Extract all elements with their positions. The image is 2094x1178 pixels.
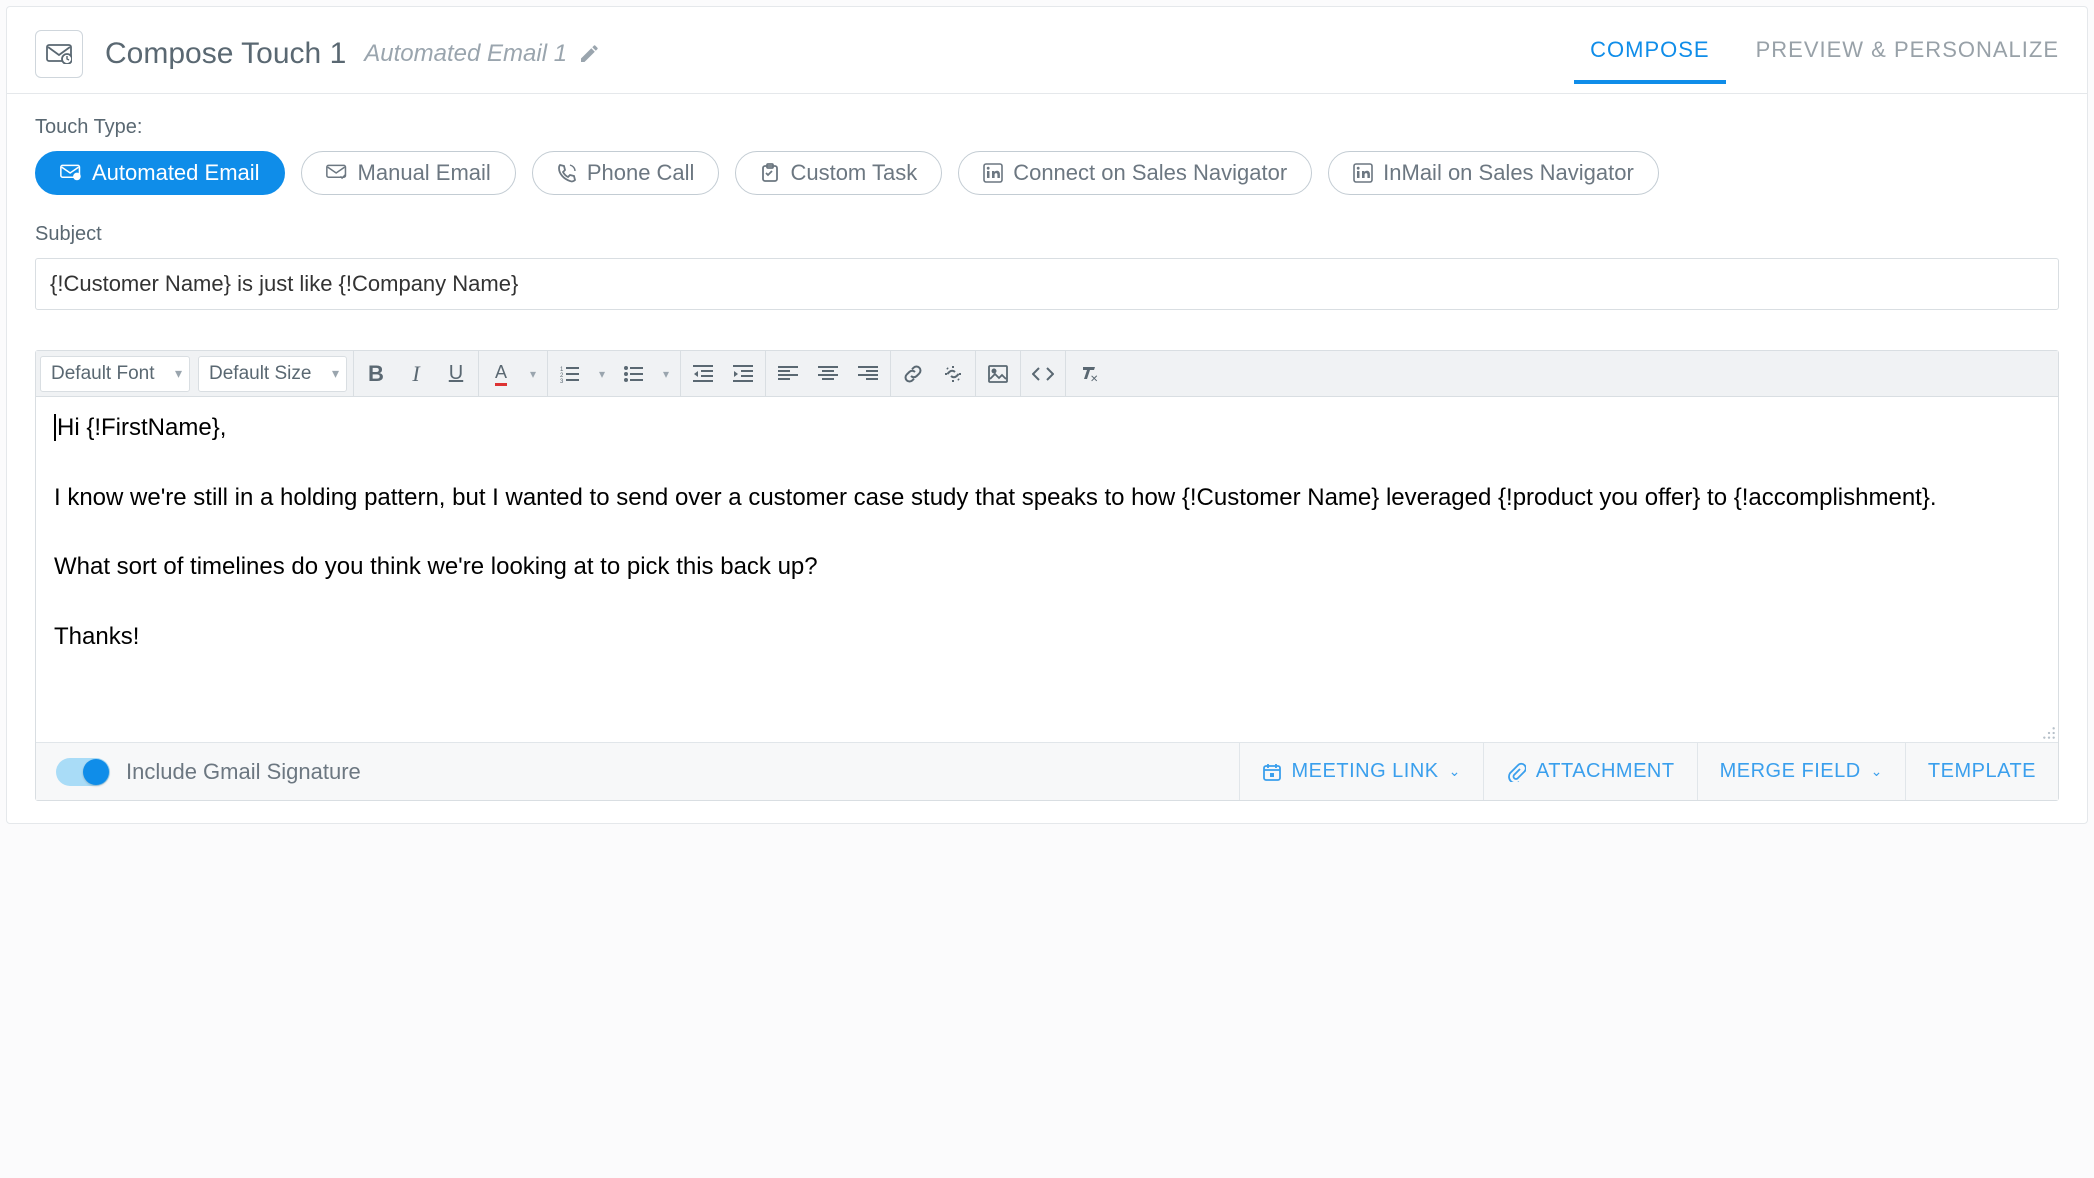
- edit-name-icon[interactable]: [579, 44, 599, 64]
- page-subtitle: Automated Email 1: [364, 40, 567, 68]
- page-title: Compose Touch 1: [105, 37, 346, 71]
- svg-text:✕: ✕: [1090, 374, 1098, 383]
- indent-button[interactable]: [723, 351, 763, 397]
- mail-check-icon: [326, 164, 348, 182]
- touch-type-phone-call[interactable]: Phone Call: [532, 151, 720, 195]
- chevron-down-icon: ⌄: [1871, 763, 1883, 780]
- compose-body: Touch Type: Automated Email Manual Email P…: [7, 94, 2087, 823]
- touch-type-label: Phone Call: [587, 160, 695, 186]
- align-center-button[interactable]: [808, 351, 848, 397]
- tab-compose[interactable]: COMPOSE: [1590, 25, 1709, 83]
- text-color-dropdown[interactable]: ▾: [521, 351, 545, 397]
- email-body-text: Hi {!FirstName}, I know we're still in a…: [54, 414, 1937, 650]
- mail-auto-icon: [60, 164, 82, 182]
- image-button[interactable]: [978, 351, 1018, 397]
- rich-text-editor: Default Font Default Size B I U A ▾ 123: [35, 350, 2059, 801]
- size-select[interactable]: Default Size: [198, 356, 347, 392]
- touch-type-label: Manual Email: [358, 160, 491, 186]
- touch-type-automated-email[interactable]: Automated Email: [35, 151, 285, 195]
- linkedin-icon: [983, 163, 1003, 183]
- task-icon: [760, 163, 780, 183]
- gmail-signature-toggle[interactable]: [56, 758, 110, 786]
- align-right-button[interactable]: [848, 351, 888, 397]
- bold-button[interactable]: B: [356, 351, 396, 397]
- code-view-button[interactable]: [1023, 351, 1063, 397]
- editor-footer: Include Gmail Signature MEETING LINK ⌄ A…: [36, 742, 2058, 800]
- unordered-list-button[interactable]: [614, 351, 654, 397]
- touch-type-label: Connect on Sales Navigator: [1013, 160, 1287, 186]
- tab-preview-personalize[interactable]: PREVIEW & PERSONALIZE: [1756, 25, 2059, 83]
- attachment-icon: [1506, 762, 1526, 782]
- italic-button[interactable]: I: [396, 351, 436, 397]
- compose-touch-panel: Compose Touch 1 Automated Email 1 COMPOS…: [6, 6, 2088, 824]
- attachment-button[interactable]: ATTACHMENT: [1483, 743, 1697, 800]
- subject-label: Subject: [35, 223, 2059, 246]
- meeting-link-button[interactable]: MEETING LINK ⌄: [1239, 743, 1483, 800]
- link-button[interactable]: [893, 351, 933, 397]
- phone-icon: [557, 163, 577, 183]
- underline-button[interactable]: U: [436, 351, 476, 397]
- touch-type-custom-task[interactable]: Custom Task: [735, 151, 942, 195]
- font-select[interactable]: Default Font: [40, 356, 190, 392]
- touch-type-selector: Automated Email Manual Email Phone Call Cus…: [35, 151, 2059, 195]
- chevron-down-icon: ⌄: [1449, 763, 1461, 780]
- unlink-button[interactable]: [933, 351, 973, 397]
- touch-type-sn-connect[interactable]: Connect on Sales Navigator: [958, 151, 1312, 195]
- header-bar: Compose Touch 1 Automated Email 1 COMPOS…: [7, 7, 2087, 94]
- template-button[interactable]: TEMPLATE: [1905, 743, 2058, 800]
- touch-type-icon: [35, 30, 83, 78]
- linkedin-icon: [1353, 163, 1373, 183]
- email-body-editor[interactable]: Hi {!FirstName}, I know we're still in a…: [36, 397, 2058, 742]
- touch-type-label: Touch Type:: [35, 116, 2059, 139]
- text-color-button[interactable]: A: [481, 351, 521, 397]
- ordered-list-button[interactable]: 123: [550, 351, 590, 397]
- svg-text:3: 3: [560, 379, 564, 383]
- touch-type-label: Custom Task: [790, 160, 917, 186]
- merge-field-button[interactable]: MERGE FIELD ⌄: [1697, 743, 1905, 800]
- outdent-button[interactable]: [683, 351, 723, 397]
- subject-input[interactable]: [35, 258, 2059, 310]
- align-left-button[interactable]: [768, 351, 808, 397]
- unordered-list-dropdown[interactable]: ▾: [654, 351, 678, 397]
- calendar-icon: [1262, 762, 1282, 782]
- header-tabs: COMPOSE PREVIEW & PERSONALIZE: [1590, 25, 2059, 83]
- resize-grip-icon[interactable]: [2042, 726, 2056, 740]
- ordered-list-dropdown[interactable]: ▾: [590, 351, 614, 397]
- clear-format-button[interactable]: ✕: [1068, 351, 1108, 397]
- touch-type-label: InMail on Sales Navigator: [1383, 160, 1634, 186]
- touch-type-sn-inmail[interactable]: InMail on Sales Navigator: [1328, 151, 1659, 195]
- gmail-signature-label: Include Gmail Signature: [126, 759, 361, 785]
- editor-toolbar: Default Font Default Size B I U A ▾ 123: [36, 351, 2058, 397]
- touch-type-label: Automated Email: [92, 160, 260, 186]
- gmail-signature-toggle-wrap: Include Gmail Signature: [36, 743, 361, 800]
- touch-type-manual-email[interactable]: Manual Email: [301, 151, 516, 195]
